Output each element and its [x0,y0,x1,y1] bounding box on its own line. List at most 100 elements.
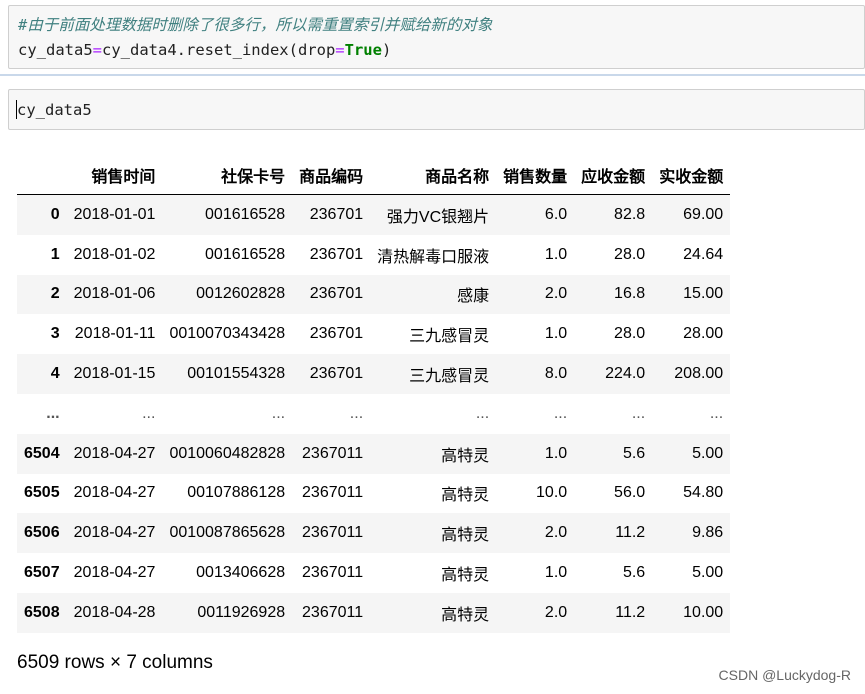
table-row: 6505 2018-04-27 00107886128 2367011 高特灵 10.0 5… [17,473,731,514]
row-index: 6506 [24,524,60,542]
code-operator: = [335,41,345,59]
table-cell: 236701 [309,205,364,223]
table-cell: 高特灵 [441,527,490,545]
table-cell: 5.6 [622,564,646,582]
table-cell: 2018-04-27 [73,484,156,502]
code-comment: #由于前面处理数据时删除了很多行，所以需重置索引并赋给新的对象 [18,16,493,34]
row-index: ... [46,404,60,422]
table-cell: 69.00 [683,205,724,223]
table-cell: 24.64 [683,245,724,263]
table-cell: ... [553,404,568,422]
column-header: 社保卡号 [162,155,293,195]
table-cell: 9.86 [692,524,724,542]
table-cell: 5.00 [692,564,724,582]
table-cell: 2367011 [302,524,364,542]
dataframe-shape: 6509 rows × 7 columns [17,652,213,673]
table-cell: 10.00 [683,603,724,621]
table-cell: 54.80 [683,484,724,502]
table-cell: ... [709,404,724,422]
row-index: 2 [50,285,60,303]
row-index: 0 [50,205,60,223]
code-cell-2[interactable]: cy_data5 [8,89,865,130]
table-cell: 11.2 [615,603,646,621]
table-cell: 236701 [309,285,364,303]
table-cell: 感康 [457,288,490,306]
table-row: 0 2018-01-01 001616528 236701 强力VC银翘片 6.0 82.8… [17,194,731,235]
table-cell: 2367011 [302,484,364,502]
table-cell: 高特灵 [441,447,490,465]
table-cell: 001616528 [205,205,286,223]
table-cell: 208.00 [674,365,724,383]
table-row: 6506 2018-04-27 0010087865628 2367011 高特灵 2.0… [17,513,731,554]
table-row: 4 2018-01-15 00101554328 236701 三九感冒灵 8.0 224.… [17,354,731,394]
table-cell: 2.0 [544,524,568,542]
column-header: 商品编码 [292,155,371,195]
table-cell: 82.8 [614,205,646,223]
table-cell: ... [142,404,156,422]
table-cell: ... [349,404,364,422]
code-input[interactable]: cy_data5 [17,98,92,122]
table-cell: 00107886128 [187,484,286,502]
table-cell: 高特灵 [441,606,490,624]
code-paren: ) [381,41,392,59]
table-cell: 三九感冒灵 [409,368,490,386]
table-cell: 2367011 [302,603,364,621]
table-cell: 0012602828 [196,285,286,303]
table-cell: 高特灵 [441,567,490,585]
table-cell: 1.0 [544,564,568,582]
table-cell: 2.0 [544,285,568,303]
column-header: 应收金额 [574,155,653,195]
row-index: 1 [50,245,60,263]
dataframe-output: 销售时间 社保卡号 商品编码 商品名称 销售数量 应收金额 实收金额 0 2018-01-01… [17,155,731,633]
table-cell: 0013406628 [196,564,286,582]
table-cell: 0010060482828 [169,444,286,462]
table-cell: 11.2 [615,524,646,542]
table-cell: 高特灵 [441,487,490,505]
table-row: 6507 2018-04-27 0013406628 2367011 高特灵 1.0 5.6… [17,553,731,593]
table-cell: 三九感冒灵 [409,328,490,346]
table-row: 2 2018-01-06 0012602828 236701 感康 2.0 16.8 15.0… [17,274,731,315]
table-header: 销售时间 社保卡号 商品编码 商品名称 销售数量 应收金额 实收金额 [17,155,731,195]
table-cell: ... [631,404,646,422]
table-cell: 0010087865628 [169,524,286,542]
table-cell: 强力VC银翘片 [386,208,490,226]
table-cell: 2018-04-27 [73,524,156,542]
watermark: CSDN @Luckydog-R [718,667,851,683]
table-cell: 28.0 [614,245,646,263]
table-cell: 2367011 [302,444,364,462]
code-line: cy_data5=cy_data4.reset_index(drop=True) [18,38,391,62]
table-cell: 16.8 [614,285,646,303]
table-cell: 8.0 [544,365,568,383]
table-cell: 1.0 [544,245,568,263]
table-cell: 001616528 [205,245,286,263]
header-row: 销售时间 社保卡号 商品编码 商品名称 销售数量 应收金额 实收金额 [17,155,731,195]
table-cell: 2018-01-02 [73,245,156,263]
table-cell: 5.00 [692,444,724,462]
table-cell: 28.0 [614,325,646,343]
row-index: 6504 [24,444,60,462]
row-index: 3 [50,325,60,343]
table-cell: 2.0 [544,603,568,621]
table-cell: 6.0 [544,205,568,223]
row-index: 6505 [24,484,60,502]
table-body: 0 2018-01-01 001616528 236701 强力VC银翘片 6.0 82.8… [17,194,731,633]
table-row: ........................ [17,393,731,434]
table-row: 3 2018-01-11 0010070343428 236701 三九感冒灵 1.0 28… [17,314,731,355]
table-cell: 28.00 [683,325,724,343]
table-cell: 236701 [309,365,364,383]
row-index: 6507 [24,564,60,582]
code-cell-1[interactable]: #由于前面处理数据时删除了很多行，所以需重置索引并赋给新的对象 cy_data5… [8,5,865,69]
table-row: 6504 2018-04-27 0010060482828 2367011 高特灵 1.0… [17,433,731,474]
table-cell: 2018-01-01 [73,205,156,223]
table-cell: 清热解毒口服液 [377,248,490,266]
table-cell: 10.0 [536,484,568,502]
column-header: 实收金额 [652,155,731,195]
table-cell: 2367011 [302,564,364,582]
table-cell: 00101554328 [187,365,286,383]
table-cell: 0010070343428 [169,325,286,343]
code-keyword: True [344,41,382,59]
table-cell: 5.6 [622,444,646,462]
code-operator: = [92,41,102,59]
table-cell: 15.00 [683,285,724,303]
table-cell: 2018-04-28 [73,603,156,621]
